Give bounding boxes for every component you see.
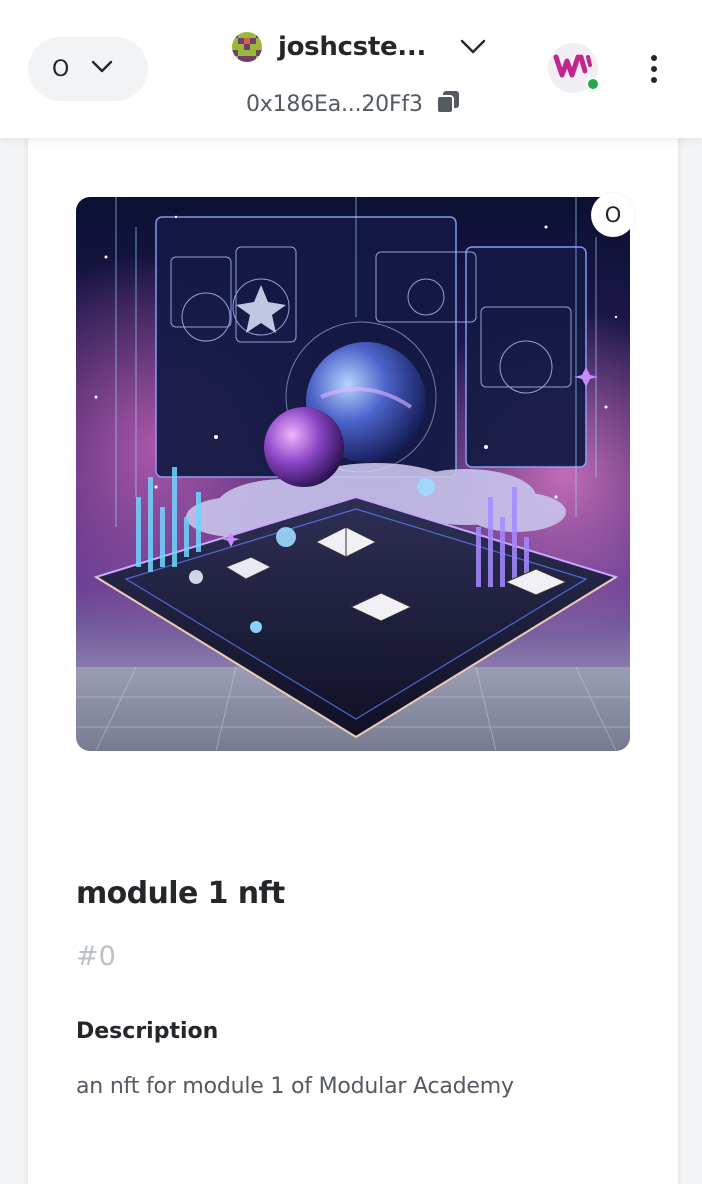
network-picker-button[interactable]: O [28, 37, 148, 101]
network-letter: O [52, 56, 70, 82]
chain-badge: O [591, 193, 635, 237]
account-name: joshcste... [278, 32, 427, 62]
nft-token-id: #0 [76, 941, 116, 972]
nft-title: module 1 nft [76, 876, 285, 911]
chevron-down-icon [460, 39, 486, 55]
description-text: an nft for module 1 of Modular Academy [76, 1074, 514, 1099]
chevron-down-icon [91, 60, 113, 79]
app-header: O joshcste... 0x186Ea...20Ff3 [0, 0, 702, 138]
account-picker-button[interactable]: joshcste... [232, 28, 486, 66]
copy-icon [435, 89, 461, 120]
connection-status-dot [586, 77, 600, 91]
nft-artwork[interactable] [76, 197, 630, 751]
kebab-menu-icon[interactable] [638, 50, 670, 88]
connected-site-button[interactable] [548, 43, 600, 93]
nft-details-card: O module 1 nft #0 Description an nft for… [28, 138, 678, 1184]
account-avatar [232, 32, 262, 62]
description-label: Description [76, 1019, 219, 1044]
account-address: 0x186Ea...20Ff3 [246, 91, 423, 117]
copy-address-button[interactable]: 0x186Ea...20Ff3 [246, 88, 461, 120]
